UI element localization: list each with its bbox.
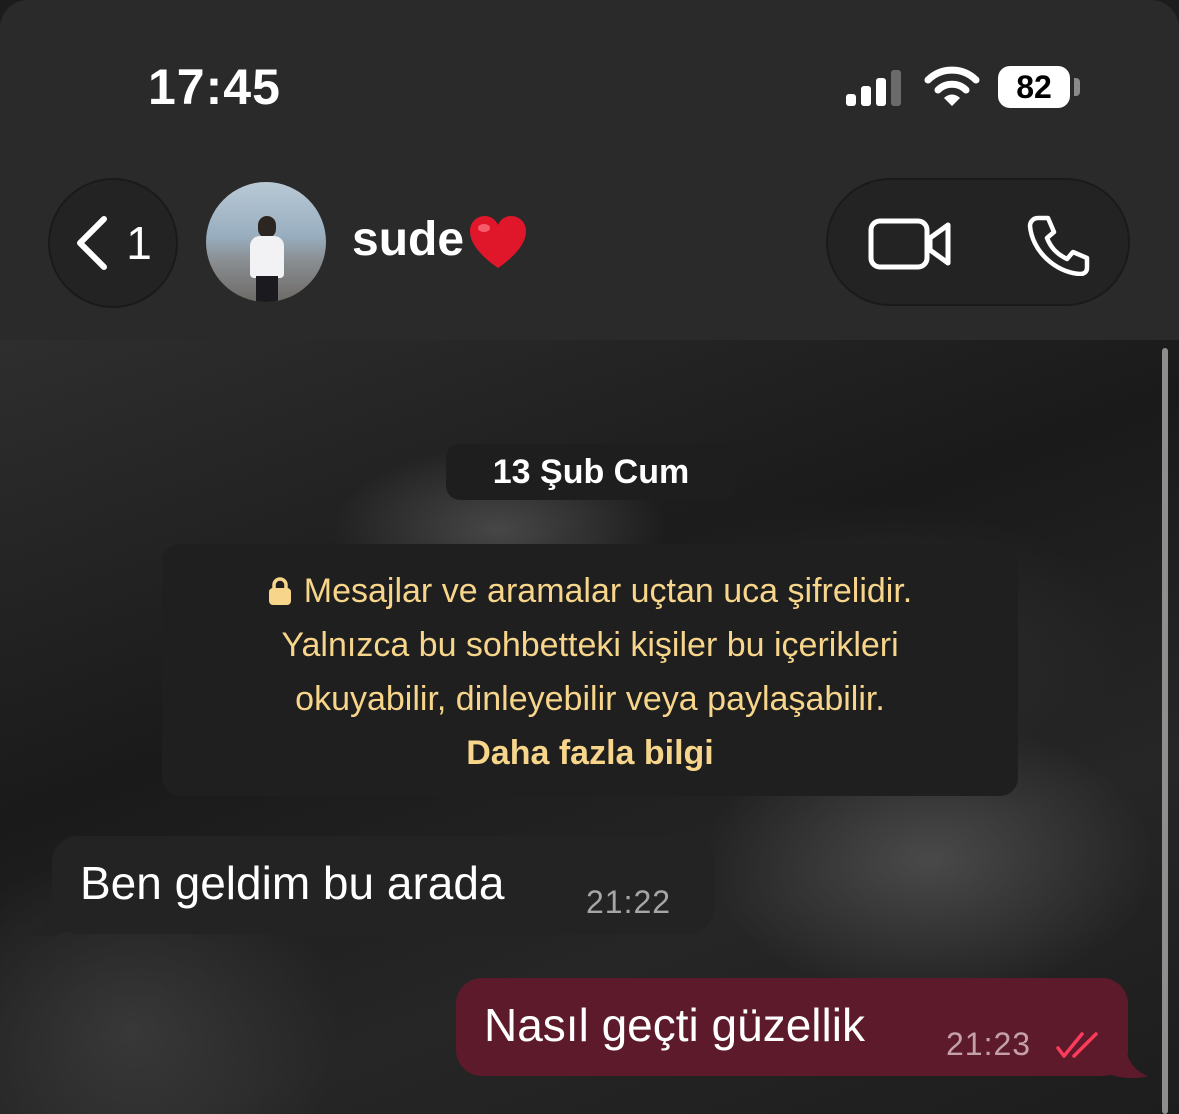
heart-icon — [470, 216, 527, 269]
unread-count: 1 — [126, 217, 152, 269]
encryption-line-3: okuyabilir, dinleyebilir veya paylaşabil… — [295, 680, 885, 718]
contact-name[interactable]: sude — [352, 212, 528, 270]
lock-icon — [268, 577, 291, 605]
date-chip: 13 Şub Cum — [446, 444, 736, 500]
battery-tip — [1074, 78, 1080, 96]
phone-call-icon[interactable] — [1026, 214, 1092, 276]
cellular-signal-icon — [846, 70, 901, 106]
wifi-icon — [924, 66, 980, 106]
message-text: Nasıl geçti güzellik — [484, 999, 865, 1051]
top-bar: 17:45 82 1 sude — [0, 0, 1179, 340]
outgoing-message[interactable]: Nasıl geçti güzellik 21:23 — [456, 978, 1128, 1076]
chat-area[interactable]: 13 Şub Cum Mesajlar ve aramalar uçtan uc… — [0, 340, 1179, 1114]
read-receipt-icon — [1056, 1032, 1098, 1058]
avatar[interactable] — [206, 182, 326, 302]
battery-indicator: 82 — [998, 66, 1070, 108]
contact-name-text: sude — [352, 213, 465, 266]
message-time: 21:23 — [946, 1026, 1032, 1062]
encryption-notice[interactable]: Mesajlar ve aramalar uçtan uca şifrelidi… — [162, 544, 1018, 796]
incoming-message[interactable]: Ben geldim bu arada 21:22 — [52, 836, 714, 934]
encryption-line-2: Yalnızca bu sohbetteki kişiler bu içerik… — [281, 626, 899, 664]
status-time: 17:45 — [148, 59, 281, 115]
message-time: 21:22 — [586, 884, 672, 920]
call-actions — [826, 178, 1130, 306]
video-call-icon[interactable] — [868, 216, 952, 272]
encryption-line-1-text: Mesajlar ve aramalar uçtan uca şifrelidi… — [303, 572, 913, 610]
chevron-left-icon — [77, 216, 108, 270]
back-button[interactable]: 1 — [48, 178, 178, 308]
learn-more-link[interactable]: Daha fazla bilgi — [162, 726, 1018, 780]
message-text: Ben geldim bu arada — [80, 857, 505, 909]
encryption-line-1: Mesajlar ve aramalar uçtan uca şifrelidi… — [162, 564, 1018, 618]
scrollbar[interactable] — [1162, 348, 1168, 1114]
